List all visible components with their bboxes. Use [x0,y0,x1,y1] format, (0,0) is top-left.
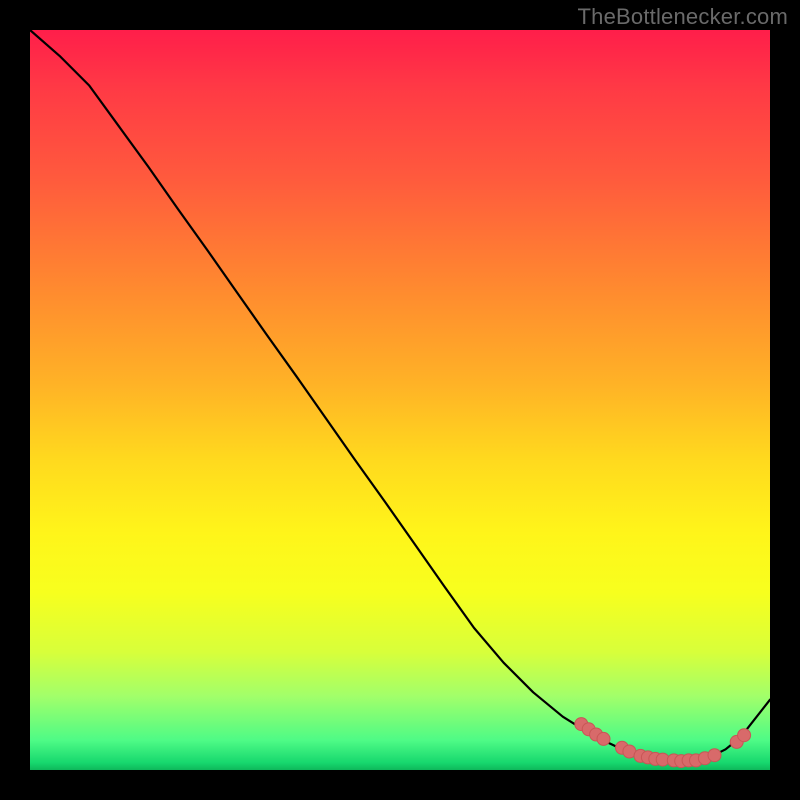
plot-area [30,30,770,770]
data-point [597,732,610,745]
data-point [708,749,721,762]
data-point [738,729,751,742]
chart-frame: TheBottlenecker.com [0,0,800,800]
data-point-layer [30,30,770,770]
watermark-text: TheBottlenecker.com [578,4,788,30]
